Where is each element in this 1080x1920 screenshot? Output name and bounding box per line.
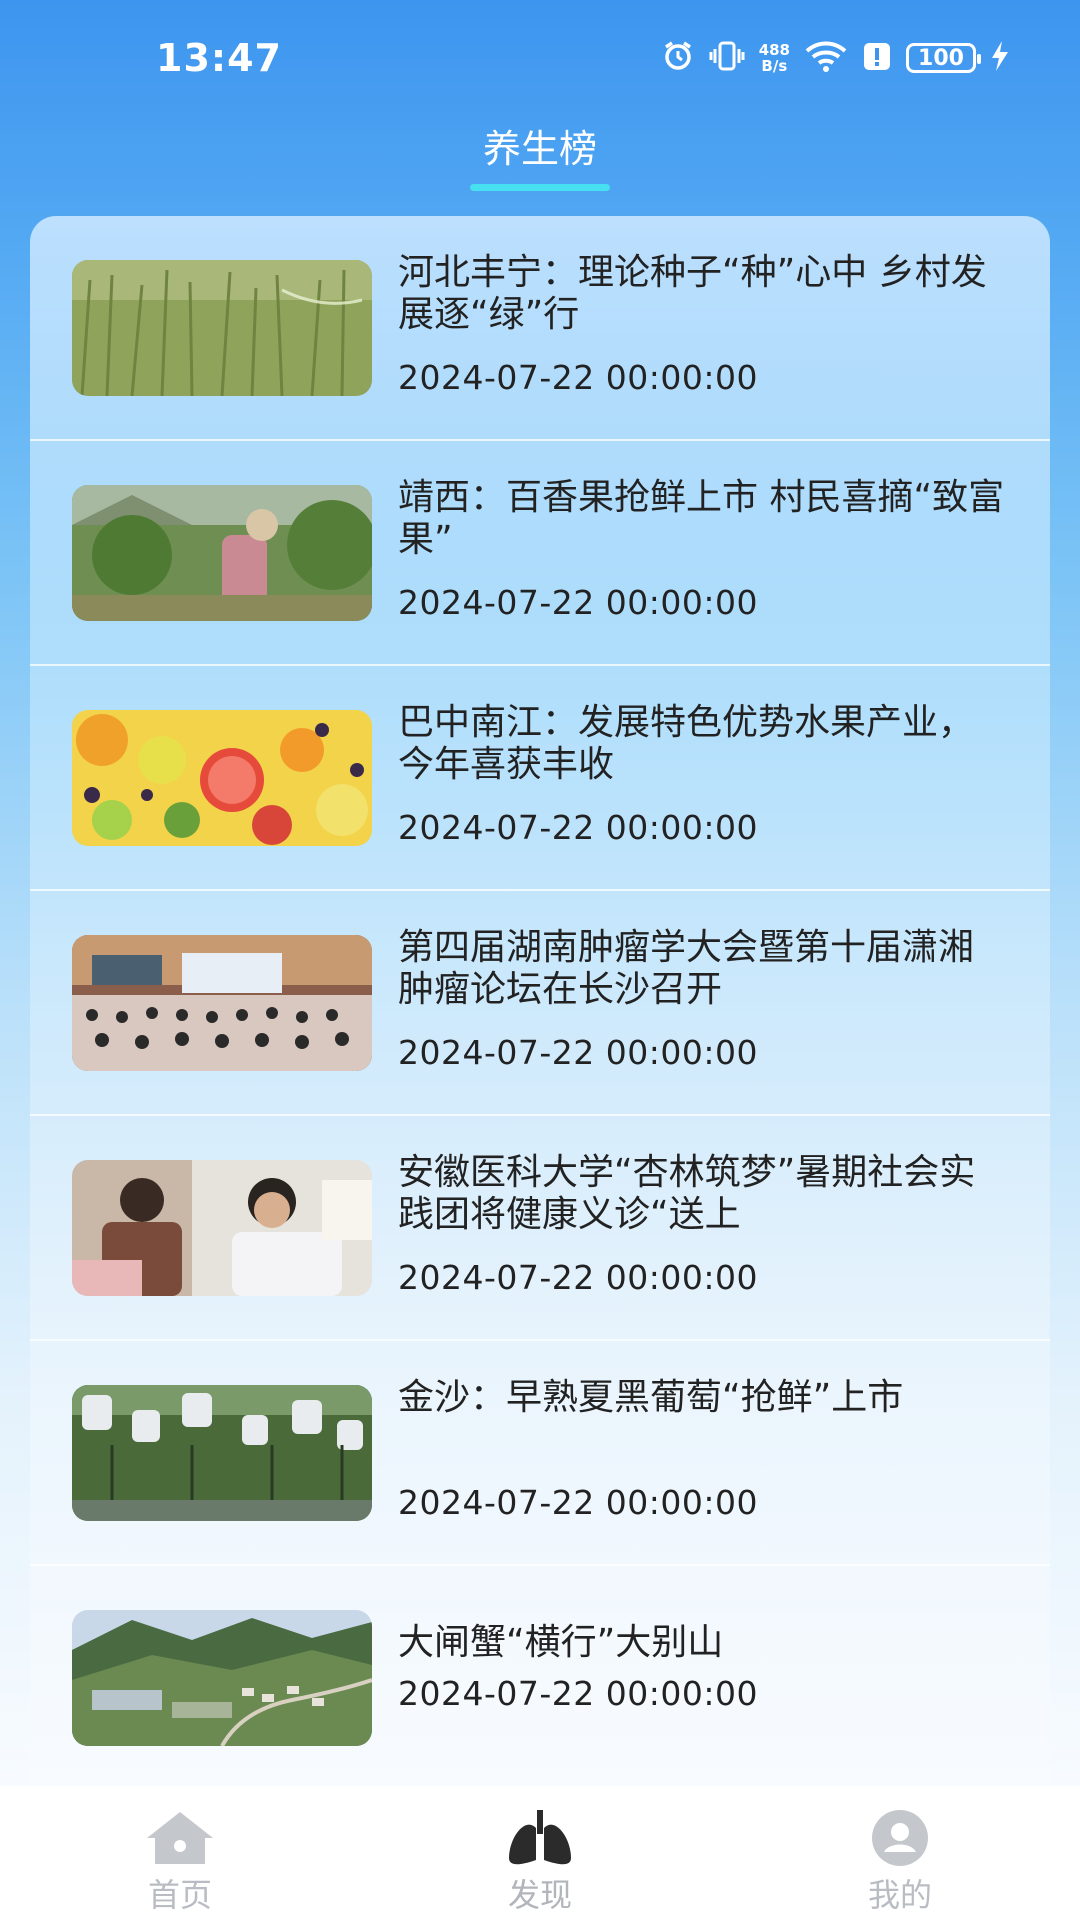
battery-icon: 100 bbox=[906, 43, 981, 73]
news-date: 2024-07-22 00:00:00 bbox=[398, 808, 758, 847]
status-time: 13:47 bbox=[156, 36, 282, 80]
news-date: 2024-07-22 00:00:00 bbox=[398, 1258, 758, 1297]
alert-icon bbox=[862, 40, 892, 76]
user-icon bbox=[865, 1808, 935, 1868]
news-thumbnail bbox=[72, 710, 372, 846]
bottom-nav: 首页 发现 我的 bbox=[0, 1786, 1080, 1920]
news-title: 巴中南江：发展特色优势水果产业，今年喜获丰收 bbox=[398, 702, 975, 785]
net-speed-value: 488 bbox=[758, 41, 790, 59]
net-speed: 488 B/s bbox=[759, 42, 790, 74]
status-icons: 488 B/s 100 bbox=[661, 38, 1010, 78]
news-item[interactable]: 大闸蟹“横行”大别山 2024-07-22 00:00:00 bbox=[30, 1566, 1050, 1790]
page-title[interactable]: 养生榜 bbox=[0, 118, 1080, 173]
news-date: 2024-07-22 00:00:00 bbox=[398, 1483, 758, 1522]
news-thumbnail bbox=[72, 1160, 372, 1296]
lungs-icon bbox=[505, 1808, 575, 1868]
news-thumbnail bbox=[72, 935, 372, 1071]
nav-item-mine[interactable]: 我的 bbox=[790, 1786, 1010, 1920]
grape-vineyard-image bbox=[72, 1385, 372, 1521]
news-list: 河北丰宁：理论种子“种”心中 乡村发展逐“绿”行 2024-07-22 00:0… bbox=[30, 216, 1050, 1790]
conference-hall-image bbox=[72, 935, 372, 1071]
mountain-village-image bbox=[72, 1610, 372, 1746]
status-bar: 13:47 488 B/s 100 bbox=[0, 0, 1080, 110]
news-title: 靖西：百香果抢鲜上市 村民喜摘“致富果” bbox=[398, 477, 1005, 560]
news-date: 2024-07-22 00:00:00 bbox=[398, 1033, 758, 1072]
news-title: 金沙：早熟夏黑葡萄“抢鲜”上市 bbox=[398, 1377, 904, 1418]
nav-label-discover: 发现 bbox=[507, 1876, 572, 1914]
home-icon bbox=[145, 1808, 215, 1868]
news-date: 2024-07-22 00:00:00 bbox=[398, 583, 758, 622]
news-title: 安徽医科大学“杏林筑梦”暑期社会实践团将健康义诊“送上 bbox=[398, 1152, 976, 1235]
nav-item-home[interactable]: 首页 bbox=[70, 1786, 290, 1920]
fruit-platter-image bbox=[72, 710, 372, 846]
news-title: 河北丰宁：理论种子“种”心中 乡村发展逐“绿”行 bbox=[398, 252, 987, 335]
title-underline bbox=[470, 184, 610, 191]
fruit-picking-image bbox=[72, 485, 372, 621]
news-thumbnail bbox=[72, 1385, 372, 1521]
news-item[interactable]: 靖西：百香果抢鲜上市 村民喜摘“致富果” 2024-07-22 00:00:00 bbox=[30, 441, 1050, 666]
nav-label-home: 首页 bbox=[147, 1876, 212, 1914]
wifi-icon bbox=[804, 39, 848, 77]
news-date: 2024-07-22 00:00:00 bbox=[398, 358, 758, 397]
charging-icon bbox=[990, 40, 1010, 76]
net-speed-unit: B/s bbox=[761, 57, 788, 75]
wheat-field-image bbox=[72, 260, 372, 396]
news-item[interactable]: 金沙：早熟夏黑葡萄“抢鲜”上市 2024-07-22 00:00:00 bbox=[30, 1341, 1050, 1566]
news-thumbnail bbox=[72, 260, 372, 396]
battery-level: 100 bbox=[918, 45, 964, 71]
news-title: 大闸蟹“横行”大别山 bbox=[398, 1622, 724, 1663]
nav-item-discover[interactable]: 发现 bbox=[430, 1786, 650, 1920]
alarm-icon bbox=[661, 39, 695, 77]
news-date: 2024-07-22 00:00:00 bbox=[398, 1674, 758, 1713]
news-thumbnail bbox=[72, 1610, 372, 1746]
nav-label-mine: 我的 bbox=[867, 1876, 932, 1914]
health-clinic-image bbox=[72, 1160, 372, 1296]
news-item[interactable]: 巴中南江：发展特色优势水果产业，今年喜获丰收 2024-07-22 00:00:… bbox=[30, 666, 1050, 891]
news-item[interactable]: 第四届湖南肿瘤学大会暨第十届潇湘肿瘤论坛在长沙召开 2024-07-22 00:… bbox=[30, 891, 1050, 1116]
news-thumbnail bbox=[72, 485, 372, 621]
news-item[interactable]: 河北丰宁：理论种子“种”心中 乡村发展逐“绿”行 2024-07-22 00:0… bbox=[30, 216, 1050, 441]
news-title: 第四届湖南肿瘤学大会暨第十届潇湘肿瘤论坛在长沙召开 bbox=[398, 927, 975, 1010]
news-item[interactable]: 安徽医科大学“杏林筑梦”暑期社会实践团将健康义诊“送上 2024-07-22 0… bbox=[30, 1116, 1050, 1341]
vibrate-icon bbox=[709, 39, 745, 77]
